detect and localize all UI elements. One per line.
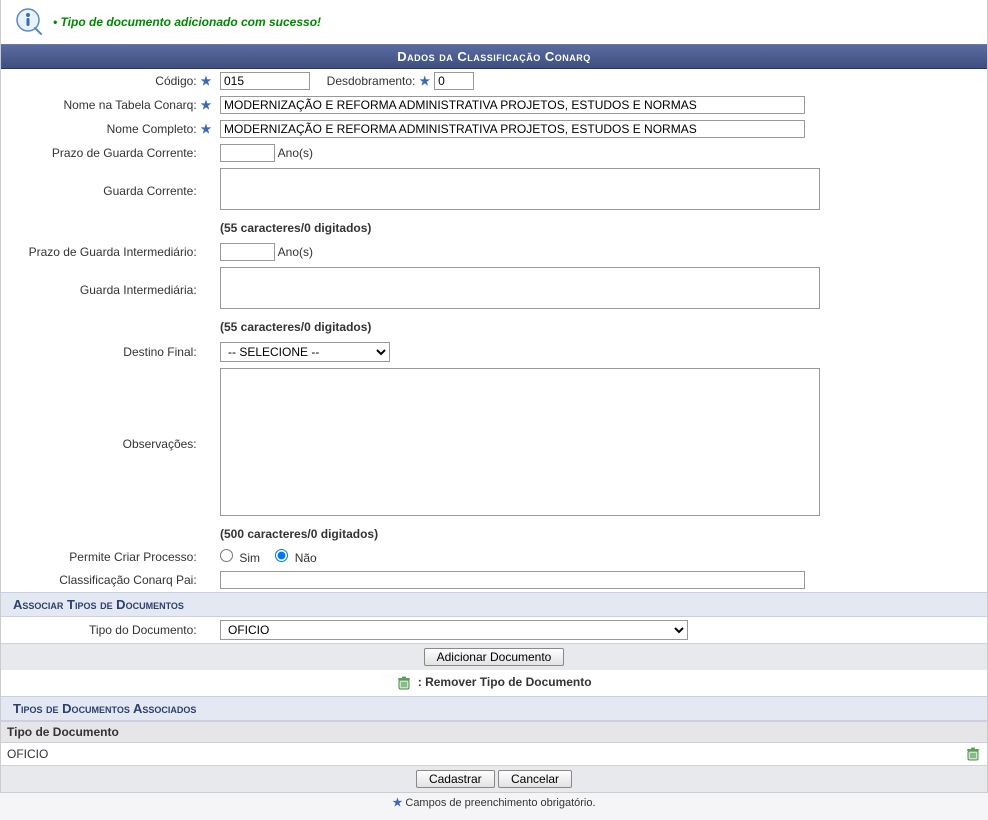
anos-suffix: Ano(s) [278,146,313,160]
label-guarda-corrente: Guarda Corrente: [103,184,196,198]
codigo-input[interactable] [220,72,310,90]
instruction-bar: : Remover Tipo de Documento [1,670,987,696]
observacoes-textarea[interactable] [220,368,820,516]
form-table: Código: ★ Desdobramento: ★ Nome na Tabel… [1,69,987,592]
subsection-assoc-list: Tipos de Documentos Associados [1,696,987,721]
table-row: OFICIO [1,743,987,765]
label-prazo-inter: Prazo de Guarda Intermediário: [29,245,197,259]
nome-completo-input[interactable] [220,120,805,138]
adicionar-documento-button[interactable]: Adicionar Documento [424,648,565,666]
counter-guarda-inter: (55 caracteres/0 digitados) [220,318,983,336]
label-guarda-inter: Guarda Intermediária: [80,283,197,297]
desdobramento-input[interactable] [434,72,474,90]
counter-observacoes: (500 caracteres/0 digitados) [220,525,983,543]
trash-icon [396,675,415,689]
instruction-remover: : Remover Tipo de Documento [418,675,592,689]
label-destino: Destino Final: [123,345,196,359]
info-icon [15,8,43,36]
footer-note: ★ Campos de preenchimento obrigatório. [0,793,988,812]
label-prazo-corrente: Prazo de Guarda Corrente: [52,146,197,160]
anos-suffix: Ano(s) [278,245,313,259]
label-codigo: Código: [155,74,196,88]
footer-text: Campos de preenchimento obrigatório. [405,797,595,809]
label-conarq-pai: Classificação Conarq Pai: [59,573,196,587]
section-header-dados: Dados da Classificação Conarq [1,44,987,69]
col-tipo-documento: Tipo de Documento [7,725,119,739]
info-box: Tipo de documento adicionado com sucesso… [1,0,987,44]
permite-sim-label: Sim [239,551,260,565]
guarda-inter-textarea[interactable] [220,267,820,309]
required-star: ★ [200,98,212,112]
prazo-inter-input[interactable] [220,243,275,261]
remove-row-button[interactable] [965,746,981,762]
row-tipo: OFICIO [7,747,48,761]
permite-nao-label: Não [295,551,317,565]
button-bar-add-doc: Adicionar Documento [1,643,987,670]
prazo-corrente-input[interactable] [220,144,275,162]
button-bar-footer: Cadastrar Cancelar [1,765,987,792]
success-message: Tipo de documento adicionado com sucesso… [53,15,321,29]
label-tipo-doc: Tipo do Documento: [89,623,197,637]
label-observacoes: Observações: [123,437,197,451]
nome-tabela-input[interactable] [220,96,805,114]
required-star: ★ [200,74,212,88]
label-nome-tabela: Nome na Tabela Conarq: [63,98,196,112]
assoc-table-header: Tipo de Documento [1,721,987,743]
permite-nao-radio[interactable] [275,549,288,562]
label-desdobramento: Desdobramento: [327,74,416,88]
cadastrar-button[interactable]: Cadastrar [416,770,495,788]
cancelar-button[interactable]: Cancelar [498,770,572,788]
label-nome-completo: Nome Completo: [107,122,197,136]
required-star: ★ [200,122,212,136]
conarq-pai-input[interactable] [220,571,805,589]
subsection-assoc: Associar Tipos de Documentos [1,592,987,617]
guarda-corrente-textarea[interactable] [220,168,820,210]
tipo-documento-select[interactable]: OFICIO [220,620,688,640]
destino-final-select[interactable]: -- SELECIONE -- [220,342,390,362]
label-permite: Permite Criar Processo: [69,550,196,564]
required-star-icon: ★ [392,796,402,809]
permite-sim-radio[interactable] [220,549,233,562]
required-star: ★ [419,74,431,88]
counter-guarda-corrente: (55 caracteres/0 digitados) [220,219,983,237]
